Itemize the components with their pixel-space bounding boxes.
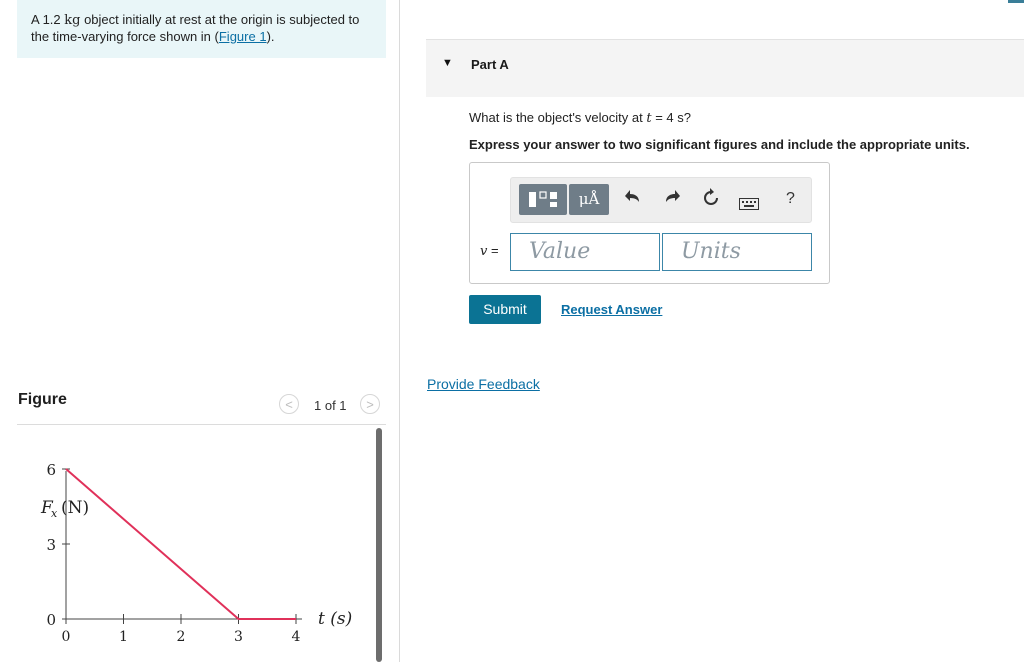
units-symbols-button[interactable]: μÅ (569, 184, 609, 215)
figure-pager-count: 1 of 1 (314, 398, 347, 413)
undo-arrow-icon[interactable] (624, 188, 642, 211)
answer-equals: = (487, 243, 499, 258)
prev-figure-button[interactable]: < (279, 394, 299, 414)
x-tick-label: 4 (292, 629, 301, 645)
request-answer-link[interactable]: Request Answer (561, 302, 662, 317)
mass-unit: kg (64, 13, 81, 28)
y-axis-label-unit: (N) (61, 498, 89, 518)
panel-divider (399, 0, 400, 662)
x-tick-label: 3 (234, 629, 243, 645)
value-input[interactable]: Value (510, 233, 660, 271)
x-tick-label: 0 (62, 629, 71, 645)
problem-text-end: ). (266, 29, 275, 44)
templates-icon (529, 191, 557, 207)
x-tick-label: 2 (177, 629, 186, 645)
next-figure-button[interactable]: > (360, 394, 380, 414)
answer-variable-label: v = (480, 243, 499, 259)
question-prefix: What is the object's velocity at (469, 110, 647, 125)
y-axis-label-subscript: x (51, 507, 58, 520)
reset-icon[interactable] (701, 188, 721, 213)
x-tick-label: 1 (119, 629, 128, 645)
problem-statement-box: A 1.2 kg object initially at rest at the… (17, 0, 386, 58)
part-title[interactable]: Part A (471, 57, 509, 72)
units-input[interactable]: Units (662, 233, 812, 271)
y-tick-label: 0 (46, 611, 56, 629)
figure-divider (17, 424, 386, 425)
problem-text-part1: A 1.2 (31, 12, 65, 27)
instruction-text: Express your answer to two significant f… (469, 137, 970, 152)
force-series-line (65, 468, 296, 620)
math-toolbar: μÅ ? (510, 177, 812, 223)
figure-scrollbar[interactable] (376, 428, 382, 662)
part-a-header[interactable] (426, 40, 1024, 97)
redo-arrow-icon[interactable] (663, 188, 681, 211)
help-button[interactable]: ? (786, 188, 795, 210)
y-tick-label: 6 (46, 461, 56, 479)
problem-text-part2: object initially at rest at the origin i… (31, 12, 360, 44)
figure-title: Figure (18, 391, 67, 408)
templates-button[interactable] (519, 184, 567, 215)
question-text: What is the object's velocity at t = 4 s… (469, 110, 691, 126)
question-suffix: = 4 s? (651, 110, 691, 125)
y-tick-label: 3 (46, 536, 56, 554)
force-time-graph: 0 1 2 3 4036 F x (N) t (s) (40, 461, 352, 645)
figure-link[interactable]: Figure 1 (219, 29, 267, 44)
submit-button[interactable]: Submit (469, 295, 541, 324)
problem-statement: A 1.2 kg object initially at rest at the… (31, 12, 381, 45)
x-axis-label: t (s) (318, 609, 352, 629)
collapse-caret-icon[interactable]: ▼ (442, 57, 453, 69)
provide-feedback-link[interactable]: Provide Feedback (427, 376, 540, 392)
corner-indicator (1008, 0, 1024, 3)
keyboard-icon[interactable] (739, 193, 759, 215)
